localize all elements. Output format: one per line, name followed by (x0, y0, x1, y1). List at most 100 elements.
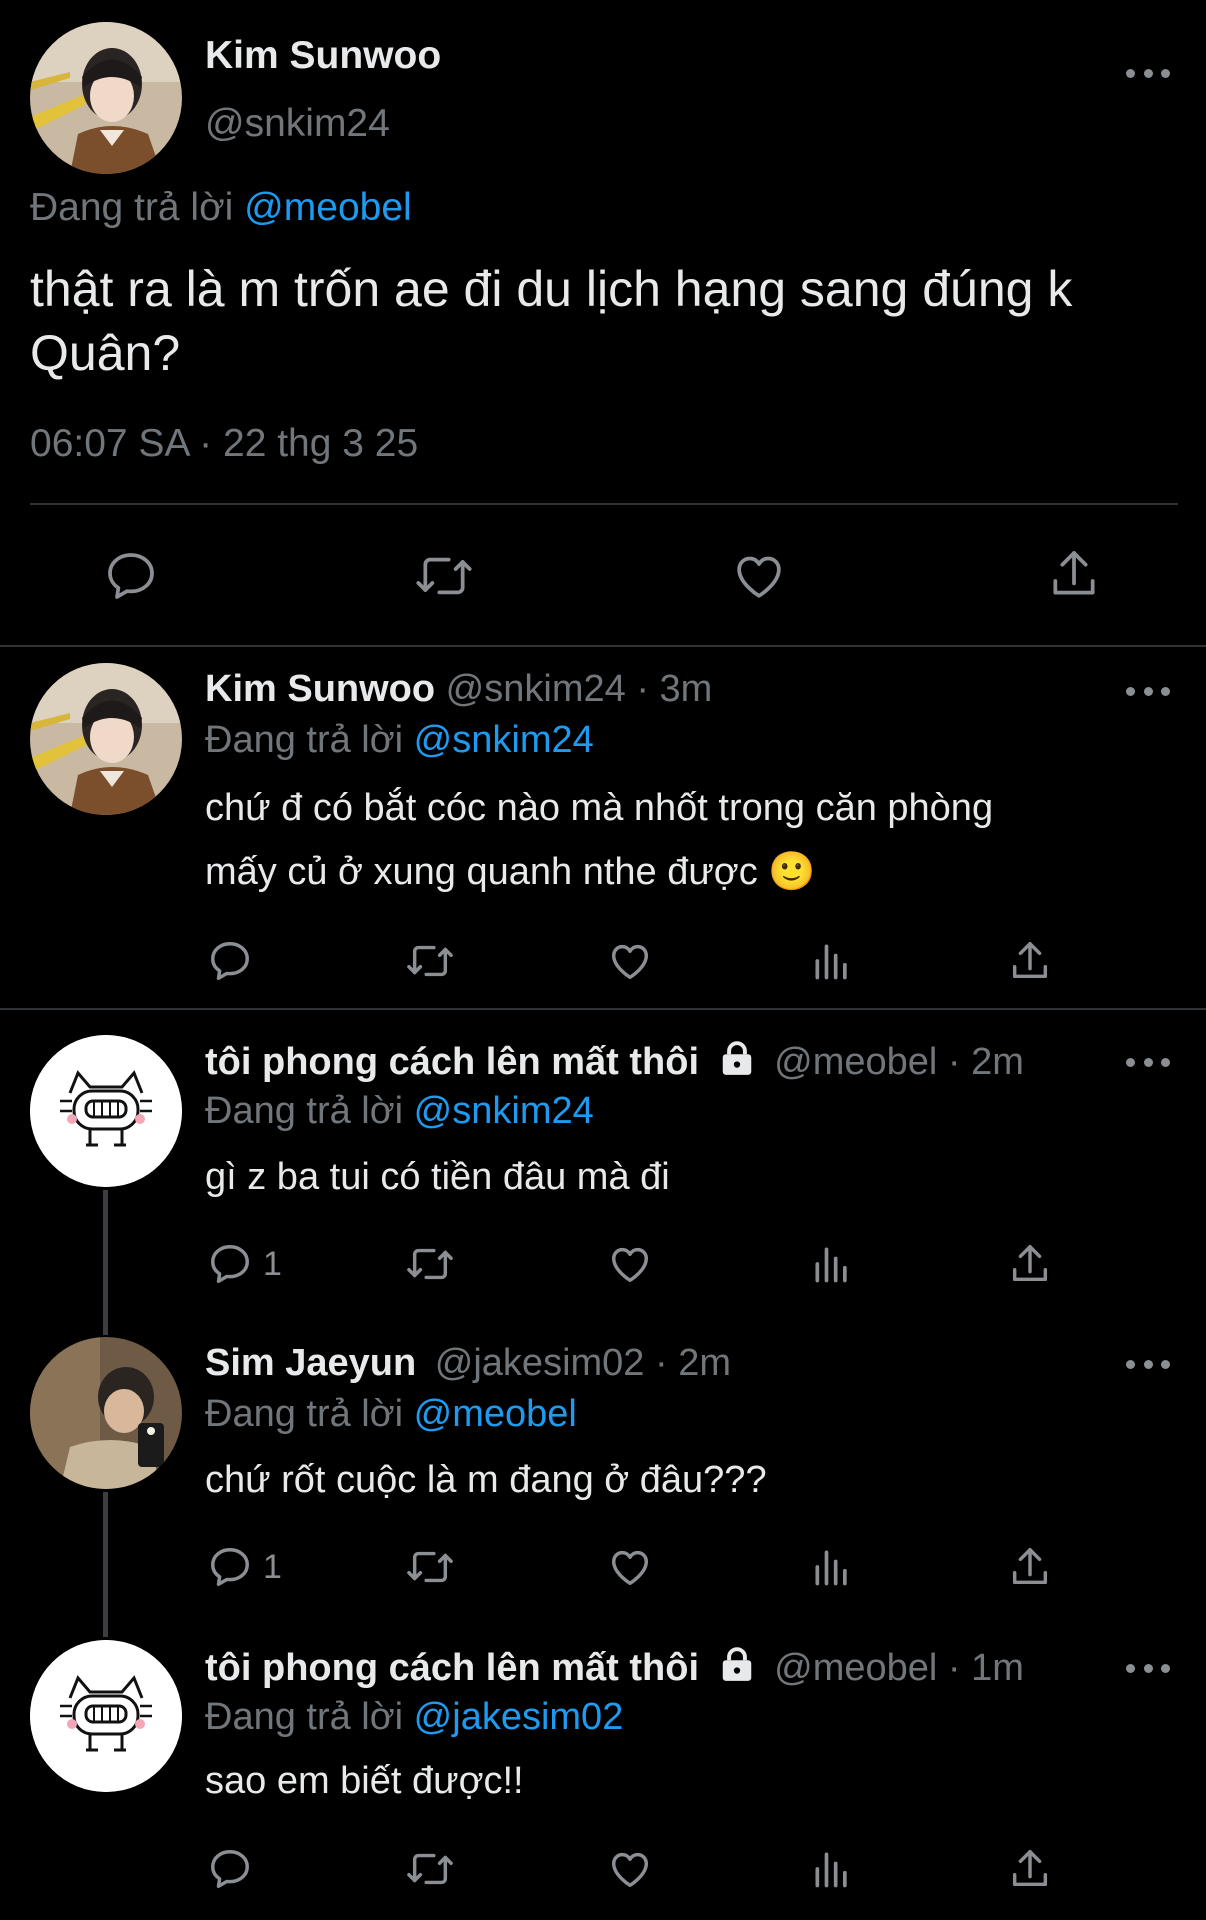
author-handle[interactable]: @jakesim02 (435, 1342, 645, 1384)
reply-text-line-1: chứ rốt cuộc là m đang ở đâu??? (205, 1459, 767, 1501)
mention-link[interactable]: @snkim24 (414, 719, 594, 761)
mention-link[interactable]: @jakesim02 (414, 1696, 624, 1738)
heart-icon (611, 1550, 649, 1586)
author-handle[interactable]: @snkim24 (205, 102, 390, 146)
retweet-icon (407, 1551, 453, 1583)
share-button[interactable] (1007, 1846, 1053, 1892)
retweet-button[interactable] (412, 548, 476, 604)
retweet-icon (416, 557, 472, 595)
author-name[interactable]: Sim Jaeyun (205, 1342, 416, 1384)
heart-icon (611, 1247, 649, 1283)
reply-icon (211, 1548, 249, 1586)
reply-header: tôi phong cách lên mất thôi @meobel · 2m (205, 1040, 1024, 1088)
reply-time: · 1m (947, 1647, 1024, 1689)
like-button[interactable] (730, 548, 788, 604)
avatar[interactable] (30, 1337, 182, 1489)
views-button[interactable] (810, 1544, 854, 1590)
reply-button[interactable]: 1 (207, 1544, 282, 1590)
views-icon (815, 1852, 847, 1888)
thread-line (103, 1492, 108, 1637)
replying-to: Đang trả lời @snkim24 (205, 719, 594, 762)
retweet-button[interactable] (403, 1241, 457, 1287)
share-button[interactable] (1007, 1241, 1053, 1287)
author-handle[interactable]: @meobel (774, 1041, 937, 1083)
tweet-text-line-1: thật ra là m trốn ae đi du lịch hạng san… (30, 261, 1073, 317)
reply-text-line-2: mấy củ ở xung quanh nthe được 🙂 (205, 851, 816, 893)
reply-icon (211, 942, 249, 980)
reply-count: 1 (263, 1547, 282, 1586)
author-handle[interactable]: @snkim24 (446, 668, 626, 710)
views-button[interactable] (810, 1241, 854, 1287)
replying-prefix: Đang trả lời (205, 719, 404, 761)
like-button[interactable] (607, 1544, 653, 1590)
reply-button[interactable]: 1 (207, 1241, 282, 1287)
replying-prefix: Đang trả lời (30, 186, 234, 229)
replying-prefix: Đang trả lời (205, 1090, 404, 1132)
reply-icon (108, 553, 154, 599)
more-icon[interactable] (1126, 1658, 1170, 1678)
share-button[interactable] (1046, 546, 1102, 602)
share-button[interactable] (1007, 938, 1053, 984)
avatar[interactable] (30, 1035, 182, 1187)
reply-text-line-1: gì z ba tui có tiền đâu mà đi (205, 1156, 670, 1198)
mention-link[interactable]: @meobel (244, 186, 412, 229)
like-button[interactable] (607, 1846, 653, 1892)
replying-prefix: Đang trả lời (205, 1393, 404, 1435)
thread-line (103, 1190, 108, 1335)
reply-time: · 2m (655, 1342, 731, 1384)
heart-icon (737, 556, 781, 598)
share-icon (1012, 1245, 1048, 1282)
retweet-button[interactable] (403, 1846, 457, 1892)
reply-icon (211, 1850, 249, 1888)
mention-link[interactable]: @snkim24 (414, 1090, 594, 1132)
more-icon[interactable] (1126, 63, 1170, 83)
retweet-button[interactable] (403, 938, 457, 984)
reply-button[interactable] (103, 548, 159, 604)
avatar[interactable] (30, 663, 182, 815)
mention-link[interactable]: @meobel (414, 1393, 577, 1435)
lock-icon (718, 1040, 756, 1088)
share-button[interactable] (1007, 1544, 1053, 1590)
reply-text-line-1: sao em biết được!! (205, 1760, 524, 1802)
more-icon[interactable] (1126, 681, 1170, 701)
reply-button[interactable] (207, 1846, 253, 1892)
more-icon[interactable] (1126, 1052, 1170, 1072)
reply-header: tôi phong cách lên mất thôi @meobel · 1m (205, 1646, 1024, 1694)
divider (30, 503, 1178, 505)
tweet-timestamp: 06:07 SA · 22 thg 3 25 (30, 422, 418, 466)
reply-icon (211, 1245, 249, 1283)
author-handle[interactable]: @meobel (774, 1647, 937, 1689)
avatar[interactable] (30, 22, 182, 174)
reply-text-line-1: chứ đ có bắt cóc nào mà nhốt trong căn p… (205, 787, 994, 829)
views-button[interactable] (810, 1846, 854, 1892)
avatar[interactable] (30, 1640, 182, 1792)
author-name[interactable]: tôi phong cách lên mất thôi (205, 1041, 699, 1083)
lock-icon (718, 1646, 756, 1694)
heart-icon (611, 1852, 649, 1888)
like-button[interactable] (607, 1241, 653, 1287)
reply-header: Kim Sunwoo @snkim24 · 3m (205, 668, 712, 711)
heart-icon (611, 944, 649, 980)
share-icon (1012, 942, 1048, 979)
reply-button[interactable] (207, 938, 253, 984)
reply-time: · 3m (636, 668, 713, 710)
cat-avatar-icon (30, 1640, 182, 1792)
share-icon (1053, 551, 1095, 595)
retweet-icon (407, 1248, 453, 1280)
like-button[interactable] (607, 938, 653, 984)
reply-count: 1 (263, 1244, 282, 1283)
views-button[interactable] (810, 938, 854, 984)
author-name[interactable]: Kim Sunwoo (205, 668, 435, 710)
retweet-button[interactable] (403, 1544, 457, 1590)
separator: · (199, 422, 213, 465)
replying-to: Đang trả lời @meobel (30, 186, 412, 230)
share-icon (1012, 1850, 1048, 1887)
author-name[interactable]: tôi phong cách lên mất thôi (205, 1647, 699, 1689)
share-icon (1012, 1548, 1048, 1585)
author-name[interactable]: Kim Sunwoo (205, 34, 441, 78)
retweet-icon (407, 1853, 453, 1885)
more-icon[interactable] (1126, 1354, 1170, 1374)
avatar-photo (30, 1337, 182, 1489)
divider (0, 1008, 1206, 1010)
divider (0, 645, 1206, 647)
